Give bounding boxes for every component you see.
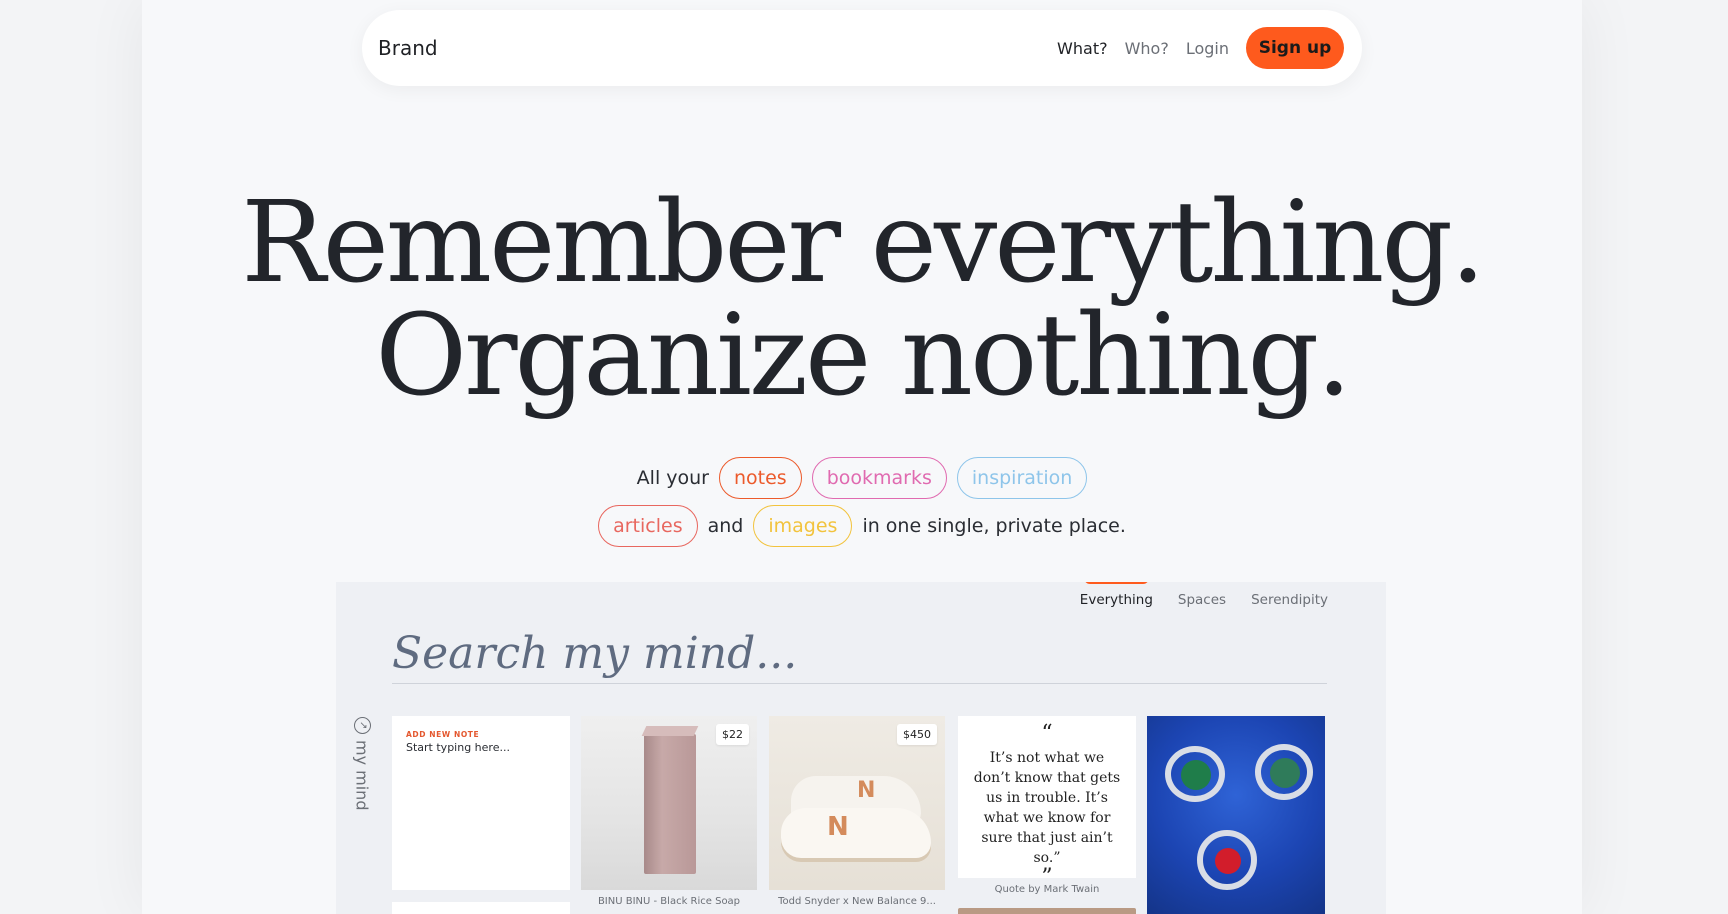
quote-caption: Quote by Mark Twain bbox=[994, 884, 1100, 895]
soap-image bbox=[644, 734, 696, 874]
sneaker-logo: N bbox=[857, 778, 876, 803]
pill-images[interactable]: images bbox=[753, 505, 853, 547]
quote-open-mark: “ bbox=[1041, 721, 1053, 746]
app-preview: Everything Spaces Serendipity ↗ my mind … bbox=[336, 582, 1386, 914]
compass-icon: ↗ bbox=[353, 717, 371, 734]
tab-spaces[interactable]: Spaces bbox=[1178, 592, 1226, 608]
side-logo: ↗ my mind bbox=[350, 717, 374, 827]
tagline-prefix: All your bbox=[636, 467, 709, 489]
top-navigation: Brand What? Who? Login Sign up bbox=[362, 10, 1362, 86]
nav-link-what[interactable]: What? bbox=[1057, 39, 1108, 58]
quote-text: It’s not what we don’t know that gets us… bbox=[973, 750, 1121, 866]
tab-everything[interactable]: Everything bbox=[1080, 582, 1153, 608]
sneaker-product-card[interactable]: N N $450 bbox=[769, 716, 945, 890]
hero-headline-line2: Organize nothing. bbox=[375, 291, 1352, 421]
rings-image-card[interactable] bbox=[1147, 716, 1325, 914]
tagline-suffix: in one single, private place. bbox=[862, 515, 1126, 537]
add-note-label: ADD NEW NOTE bbox=[406, 730, 480, 739]
sneaker-caption: Todd Snyder x New Balance 9... bbox=[778, 896, 936, 907]
tagline-row: articles and images in one single, priva… bbox=[142, 505, 1582, 547]
side-logo-label: my mind bbox=[352, 740, 372, 811]
nav-link-login[interactable]: Login bbox=[1186, 39, 1229, 58]
soap-product-card[interactable]: $22 bbox=[581, 716, 757, 890]
sneaker-logo: N bbox=[827, 812, 849, 842]
tagline-and: and bbox=[707, 515, 744, 537]
quote-card[interactable]: “ It’s not what we don’t know that gets … bbox=[958, 716, 1136, 889]
tab-serendipity[interactable]: Serendipity bbox=[1251, 592, 1328, 608]
price-badge: $450 bbox=[897, 724, 937, 745]
note-placeholder[interactable]: Start typing here... bbox=[406, 741, 556, 754]
note-card[interactable] bbox=[392, 902, 570, 914]
pill-bookmarks[interactable]: bookmarks bbox=[811, 457, 947, 499]
ring-image bbox=[1165, 746, 1225, 802]
price-badge: $22 bbox=[716, 724, 749, 745]
tagline-row: All your notes bookmarks inspiration bbox=[142, 457, 1582, 499]
hero-headline-line1: Remember everything. bbox=[241, 178, 1485, 308]
add-note-card[interactable]: ADD NEW NOTE Start typing here... bbox=[392, 716, 570, 890]
pill-inspiration[interactable]: inspiration bbox=[956, 457, 1088, 499]
nav-links: What? Who? Login Sign up bbox=[1057, 27, 1344, 69]
signup-button[interactable]: Sign up bbox=[1246, 27, 1344, 69]
pill-articles[interactable]: articles bbox=[598, 505, 698, 547]
ring-image bbox=[1197, 830, 1257, 890]
app-tabs: Everything Spaces Serendipity bbox=[1055, 582, 1328, 608]
ring-image bbox=[1255, 744, 1313, 800]
brand-logo[interactable]: Brand bbox=[378, 36, 438, 60]
soap-caption: BINU BINU - Black Rice Soap bbox=[597, 896, 741, 907]
sneaker-image bbox=[781, 808, 931, 858]
search-input[interactable] bbox=[392, 624, 1327, 684]
nav-link-who[interactable]: Who? bbox=[1125, 39, 1169, 58]
image-card-partial[interactable] bbox=[958, 908, 1136, 914]
pill-notes[interactable]: notes bbox=[719, 457, 802, 499]
page: Brand What? Who? Login Sign up Remember … bbox=[142, 0, 1582, 914]
